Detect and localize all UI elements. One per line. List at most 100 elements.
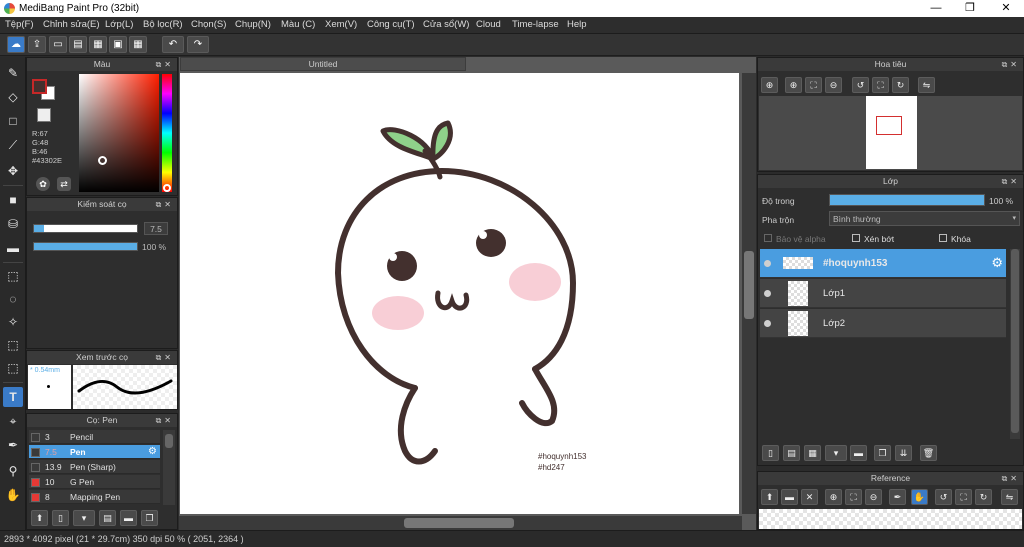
menu-timelapse[interactable]: Time-lapse xyxy=(512,19,559,30)
open-folder-icon[interactable]: ▬ xyxy=(781,489,798,505)
upload-icon[interactable]: ⇪ xyxy=(28,36,46,53)
add-brush-icon[interactable]: ⬆ xyxy=(31,510,48,526)
fit-screen-icon[interactable]: ⛶ xyxy=(805,77,822,93)
bucket-tool-icon[interactable]: ⛁ xyxy=(3,214,23,234)
menu-window[interactable]: Cửa sổ(W) xyxy=(423,19,469,30)
operation-tool-icon[interactable]: ⌖ xyxy=(3,411,23,431)
lock-checkbox[interactable] xyxy=(939,234,947,242)
delete-layer-icon[interactable]: 🗑 xyxy=(920,445,937,461)
document-icon[interactable]: ▦ xyxy=(89,36,107,53)
add-layer-menu-icon[interactable]: ▾ xyxy=(825,445,847,461)
hue-slider-handle[interactable] xyxy=(163,184,171,192)
select-pen-icon[interactable]: ⬚ xyxy=(3,335,23,355)
reference-preview[interactable] xyxy=(759,509,1022,529)
canvas-vertical-scrollbar[interactable] xyxy=(742,73,756,514)
brush-item-mapping-pen[interactable]: 8 Mapping Pen xyxy=(29,490,160,504)
line-tool-icon[interactable]: ⟋ xyxy=(3,135,23,155)
zoom-out-icon[interactable]: ⊖ xyxy=(825,77,842,93)
duplicate-brush-icon[interactable]: ❐ xyxy=(141,510,158,526)
dot-tool-icon[interactable]: □ xyxy=(3,111,23,131)
eyedropper-tool-icon[interactable]: ⚲ xyxy=(3,461,23,481)
rotate-left-icon[interactable]: ↺ xyxy=(852,77,869,93)
select-rect-icon[interactable]: ⬚ xyxy=(3,266,23,286)
reference-fit-icon[interactable]: ⛶ xyxy=(845,489,862,505)
rotate-right-icon[interactable]: ↻ xyxy=(892,77,909,93)
vertical-scroll-thumb[interactable] xyxy=(744,251,754,319)
brush-settings-gear-icon[interactable]: ⚙ xyxy=(148,446,157,457)
menu-filter[interactable]: Bộ lọc(R) xyxy=(143,19,183,30)
minimize-button[interactable]: — xyxy=(920,0,952,17)
hand-tool-icon[interactable]: ✋ xyxy=(3,485,23,505)
reference-zoom-out-icon[interactable]: ⊖ xyxy=(865,489,882,505)
upload-reference-icon[interactable]: ⬆ xyxy=(761,489,778,505)
navigator-viewport-box[interactable] xyxy=(876,116,902,135)
brush-tool-icon[interactable]: ✎ xyxy=(3,63,23,83)
eraser-tool-icon[interactable]: ◇ xyxy=(3,87,23,107)
layer-visibility-icon[interactable] xyxy=(764,260,771,267)
duplicate-layer-icon[interactable]: ❐ xyxy=(874,445,891,461)
zoom-in-icon[interactable]: ⊕ xyxy=(761,77,778,93)
brush-size-value[interactable]: 7.5 xyxy=(144,222,168,235)
comment-icon[interactable]: ▭ xyxy=(49,36,67,53)
brush-properties-icon[interactable]: ▤ xyxy=(99,510,116,526)
panel-buttons-icon[interactable]: ⧉✕ xyxy=(1002,58,1020,71)
chat-icon[interactable]: ▤ xyxy=(69,36,87,53)
color-swap-icon[interactable]: ⇄ xyxy=(57,177,71,191)
scrollbar-thumb[interactable] xyxy=(165,434,173,448)
document-tab[interactable]: Untitled xyxy=(180,57,466,71)
menu-edit[interactable]: Chỉnh sửa(E) xyxy=(43,19,100,30)
brush-opacity-slider[interactable] xyxy=(33,242,138,251)
transparent-color-swatch[interactable] xyxy=(37,108,51,122)
grid-icon[interactable]: ▦ xyxy=(129,36,147,53)
menu-file[interactable]: Tệp(F) xyxy=(5,19,34,30)
close-reference-icon[interactable]: ✕ xyxy=(801,489,818,505)
layer-row-lop1[interactable]: Lớp1 xyxy=(760,279,1006,308)
text-tool-icon[interactable]: T xyxy=(3,387,23,407)
reference-rotate-right-icon[interactable]: ↻ xyxy=(975,489,992,505)
undo-icon[interactable]: ↶ xyxy=(162,36,184,53)
menu-select[interactable]: Chọn(S) xyxy=(191,19,226,30)
new-8bit-layer-icon[interactable]: ▦ xyxy=(804,445,821,461)
scrollbar-thumb[interactable] xyxy=(1011,249,1019,433)
panel-buttons-icon[interactable]: ⧉✕ xyxy=(1002,472,1020,485)
layer-opacity-slider[interactable] xyxy=(829,194,985,206)
lasso-tool-icon[interactable]: ◌ xyxy=(3,289,23,309)
hue-slider[interactable] xyxy=(162,74,172,192)
canvas-horizontal-scrollbar[interactable] xyxy=(179,516,742,530)
menu-color[interactable]: Màu (C) xyxy=(281,19,315,30)
palette-icon[interactable]: ✿ xyxy=(36,177,50,191)
brush-folder-icon[interactable]: ▬ xyxy=(120,510,137,526)
menu-view[interactable]: Xem(V) xyxy=(325,19,357,30)
menu-capture[interactable]: Chụp(N) xyxy=(235,19,271,30)
menu-help[interactable]: Help xyxy=(567,19,587,30)
rectangle-fill-icon[interactable]: ■ xyxy=(3,190,23,210)
reference-fit-window-icon[interactable]: ⛶ xyxy=(955,489,972,505)
reference-eyedropper-icon[interactable]: ✒ xyxy=(889,489,906,505)
saturation-value-picker[interactable] xyxy=(79,74,159,192)
blend-mode-select[interactable]: Bình thường ▾ xyxy=(829,211,1020,226)
new-brush-icon[interactable]: ▯ xyxy=(52,510,69,526)
menu-layer[interactable]: Lớp(L) xyxy=(105,19,133,30)
layer-row-lop2[interactable]: Lớp2 xyxy=(760,309,1006,338)
navigator-preview[interactable] xyxy=(759,96,1022,170)
drawing-canvas[interactable]: #hoquynh153 #hd247 xyxy=(180,73,739,514)
new-halftone-layer-icon[interactable]: ▤ xyxy=(783,445,800,461)
protect-alpha-checkbox[interactable] xyxy=(764,234,772,242)
gradient-tool-icon[interactable]: ▬ xyxy=(3,238,23,258)
layer-row-hoquynh153[interactable]: #hoquynh153 ⚙ xyxy=(760,249,1006,278)
layer-folder-icon[interactable]: ▬ xyxy=(850,445,867,461)
menu-tools[interactable]: Công cụ(T) xyxy=(367,19,415,30)
brush-list-scrollbar[interactable] xyxy=(163,430,175,505)
close-button[interactable]: ✕ xyxy=(990,0,1022,17)
reference-flip-icon[interactable]: ⇋ xyxy=(1001,489,1018,505)
zoom-in-alt-icon[interactable]: ⊕ xyxy=(785,77,802,93)
new-layer-icon[interactable]: ▯ xyxy=(762,445,779,461)
maximize-button[interactable]: ❐ xyxy=(954,0,986,17)
layer-visibility-icon[interactable] xyxy=(764,320,771,327)
brush-menu-icon[interactable]: ▾ xyxy=(73,510,95,526)
panel-buttons-icon[interactable]: ⧉✕ xyxy=(156,414,174,427)
brush-item-g-pen[interactable]: 10 G Pen xyxy=(29,475,160,489)
reference-rotate-left-icon[interactable]: ↺ xyxy=(935,489,952,505)
panel-buttons-icon[interactable]: ⧉✕ xyxy=(156,58,174,71)
brush-item-pencil[interactable]: 3 Pencil xyxy=(29,430,160,444)
